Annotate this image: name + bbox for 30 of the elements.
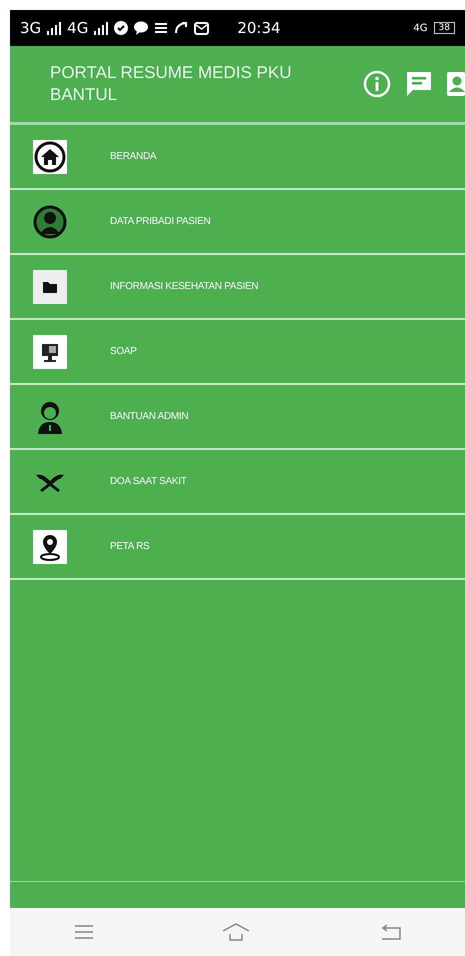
menu-item[interactable]: DOA SAAT SAKIT <box>10 450 465 515</box>
network-label: 4G <box>67 19 88 37</box>
menu-icon[interactable] <box>74 925 92 939</box>
menu-item[interactable]: BERANDA <box>10 125 465 190</box>
network-label: 3G <box>20 19 42 37</box>
clock-time: 20:34 <box>237 19 281 37</box>
menu-item[interactable]: SOAP <box>10 320 465 385</box>
monitor-icon <box>33 334 67 368</box>
profile-icon[interactable] <box>447 70 465 98</box>
battery-level: 38 <box>434 22 455 34</box>
home-icon <box>33 140 67 174</box>
check-circle-icon <box>114 21 128 35</box>
menu-item[interactable]: BANTUAN ADMIN <box>10 385 465 450</box>
signal-icon <box>47 22 62 34</box>
person-icon <box>33 204 67 238</box>
missed-call-icon <box>174 21 188 35</box>
menu-item[interactable]: DATA PRIBADI PASIEN <box>10 190 465 255</box>
mail-icon <box>194 22 210 34</box>
home-icon[interactable] <box>222 923 250 941</box>
network-label: 4G <box>413 22 428 34</box>
message-icon[interactable] <box>405 70 433 98</box>
map-pin-icon <box>33 530 67 564</box>
chat-bubble-icon <box>134 21 148 35</box>
info-icon[interactable] <box>363 70 391 98</box>
menu-item[interactable]: PETA RS <box>10 515 465 580</box>
menu-item[interactable]: INFORMASI KESEHATAN PASIEN <box>10 255 465 320</box>
stack-icon <box>154 21 168 35</box>
signal-icon <box>94 22 108 34</box>
folder-icon <box>33 270 67 304</box>
app-title: PORTAL RESUME MEDIS PKU BANTUL <box>50 62 293 106</box>
